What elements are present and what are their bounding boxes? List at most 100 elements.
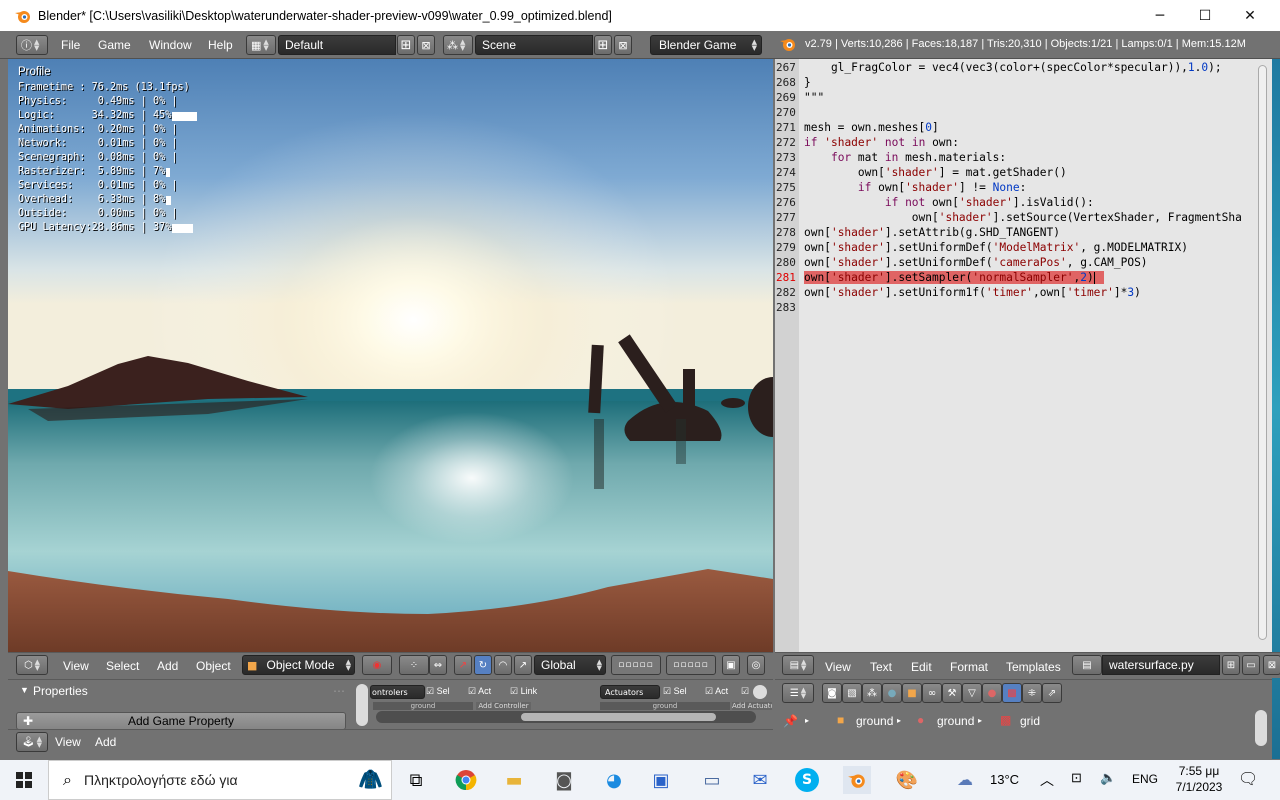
pivot-point-button[interactable]: ⁘ bbox=[399, 655, 429, 675]
logic-menu-view[interactable]: View bbox=[55, 735, 81, 749]
render-engine-dropdown[interactable]: Blender Game ▲ ▼ bbox=[650, 35, 762, 55]
code-line[interactable]: if 'shader' not in own: bbox=[804, 136, 959, 149]
add-scene-button[interactable]: ⊞ bbox=[594, 35, 612, 55]
3d-viewport[interactable]: Profile Frametime : 76.2ms (13.1fps) Phys… bbox=[8, 59, 773, 652]
data-tab[interactable]: ▽ bbox=[962, 683, 982, 703]
screen-layout-icon-button[interactable]: ▦ ▲ ▼ bbox=[246, 35, 276, 55]
controllers-dropdown[interactable]: ontrolers bbox=[370, 685, 425, 699]
delete-screen-button[interactable]: ⊠ bbox=[417, 35, 435, 55]
open-text-button[interactable]: ▭ bbox=[1242, 655, 1260, 675]
breadcrumb-texture[interactable]: grid bbox=[1020, 714, 1040, 728]
world-tab[interactable]: ● bbox=[882, 683, 902, 703]
remote-desktop-button[interactable]: ▭ bbox=[698, 766, 726, 794]
new-text-button[interactable]: ⊞ bbox=[1222, 655, 1240, 675]
texture-tab[interactable]: ▩ bbox=[1002, 683, 1022, 703]
text-menu-view[interactable]: View bbox=[825, 660, 851, 674]
breadcrumb-mesh[interactable]: ground bbox=[937, 714, 974, 728]
menu-game[interactable]: Game bbox=[98, 38, 131, 52]
manipulator-toggle[interactable]: ⇔ bbox=[429, 655, 447, 675]
code-line[interactable]: own['shader'].setAttrib(g.SHD_TANGENT) bbox=[804, 226, 1060, 239]
viewport-shading-button[interactable]: ◉ bbox=[362, 655, 392, 675]
scale-manipulator[interactable]: ◠ bbox=[494, 655, 512, 675]
editor-type-text-button[interactable]: ▤ ▲ ▼ bbox=[782, 655, 814, 675]
show-hidden-icons-chevron-icon[interactable]: ︿ bbox=[1040, 770, 1054, 790]
act-checkbox-2[interactable]: ☑ Act bbox=[705, 686, 728, 697]
logic-scroll-knob[interactable] bbox=[753, 685, 767, 699]
weather-temperature[interactable]: 13°C bbox=[990, 772, 1019, 787]
editor-type-logic-button[interactable]: 🕹 ▲ ▼ bbox=[16, 732, 48, 752]
code-line[interactable]: if not own['shader'].isValid(): bbox=[804, 196, 1094, 209]
layer-buttons-1[interactable]: ▫▫▫▫▫ bbox=[611, 655, 661, 675]
menu-help[interactable]: Help bbox=[208, 38, 233, 52]
text-menu-edit[interactable]: Edit bbox=[911, 660, 932, 674]
close-button[interactable]: ✕ bbox=[1227, 0, 1273, 31]
code-line[interactable]: } bbox=[804, 76, 811, 89]
weather-cloud-icon[interactable]: ☁ bbox=[957, 770, 973, 790]
input-language[interactable]: ENG bbox=[1132, 772, 1158, 786]
translate-manipulator[interactable]: ↗ bbox=[454, 655, 472, 675]
minimize-button[interactable]: ─ bbox=[1137, 0, 1183, 31]
collapse-triangle-icon[interactable]: ▼ bbox=[20, 685, 29, 695]
code-line[interactable]: own['shader'] = mat.getShader() bbox=[804, 166, 1067, 179]
physics-tab[interactable]: ⇗ bbox=[1042, 683, 1062, 703]
breadcrumb-object[interactable]: ground bbox=[856, 714, 893, 728]
unlink-text-button[interactable]: ⊠ bbox=[1263, 655, 1280, 675]
link-checkbox[interactable]: ☑ Link bbox=[510, 686, 537, 697]
scene-icon-button[interactable]: ⁂ ▲ ▼ bbox=[443, 35, 473, 55]
taskbar-search-box[interactable]: ⌕ Πληκτρολογήστε εδώ για 🧥 bbox=[48, 760, 392, 800]
start-button[interactable] bbox=[10, 766, 38, 794]
editor-type-3d-button[interactable]: ⬡ ▲ ▼ bbox=[16, 655, 48, 675]
add-actuator-button[interactable]: Add Actuato bbox=[732, 702, 772, 710]
sel-checkbox-1[interactable]: ☑ Sel bbox=[426, 686, 450, 697]
code-line[interactable]: for mat in mesh.materials: bbox=[804, 151, 1006, 164]
properties-scrollbar[interactable] bbox=[356, 684, 368, 726]
editor-type-properties-button[interactable]: ☰ ▲ ▼ bbox=[782, 683, 814, 703]
code-line[interactable]: own['shader'].setSampler('normalSampler'… bbox=[804, 271, 1104, 284]
text-menu-format[interactable]: Format bbox=[950, 660, 988, 674]
clock[interactable]: 7:55 μμ 7/1/2023 bbox=[1168, 763, 1230, 795]
code-line[interactable]: own['shader'].setUniform1f('timer',own['… bbox=[804, 286, 1141, 299]
scene-field[interactable]: Scene bbox=[475, 35, 593, 55]
code-line[interactable]: mesh = own.meshes[0] bbox=[804, 121, 939, 134]
menu-window[interactable]: Window bbox=[149, 38, 192, 52]
particles-tab[interactable]: ⁜ bbox=[1022, 683, 1042, 703]
paint-button[interactable]: 🎨 bbox=[893, 766, 921, 794]
rotate-manipulator[interactable]: ↻ bbox=[474, 655, 492, 675]
add-controller-button[interactable]: Add Controller bbox=[476, 702, 531, 710]
act-checkbox-1[interactable]: ☑ Act bbox=[468, 686, 491, 697]
code-line[interactable]: gl_FragColor = vec4(vec3(color+(specColo… bbox=[804, 61, 1222, 74]
text-datablock-button[interactable]: ▤ bbox=[1072, 655, 1102, 675]
scrollbar-thumb[interactable] bbox=[1258, 65, 1267, 640]
pin-icon[interactable]: 📌 bbox=[783, 714, 798, 728]
add-game-property-button[interactable]: ✚ Add Game Property bbox=[16, 712, 346, 730]
transform-orientation-icon-button[interactable]: ↗ bbox=[514, 655, 532, 675]
layer-buttons-2[interactable]: ▫▫▫▫▫ bbox=[666, 655, 716, 675]
camera-app-button[interactable]: ◙ bbox=[550, 766, 578, 794]
notifications-icon[interactable]: 🗨 bbox=[1238, 769, 1258, 789]
maximize-button[interactable]: ☐ bbox=[1182, 0, 1228, 31]
view3d-menu-object[interactable]: Object bbox=[196, 659, 231, 673]
delete-scene-button[interactable]: ⊠ bbox=[614, 35, 632, 55]
mail-button[interactable]: ✉ bbox=[746, 766, 774, 794]
code-line[interactable]: own['shader'].setSource(VertexShader, Fr… bbox=[804, 211, 1242, 224]
actuators-dropdown[interactable]: Actuators bbox=[600, 685, 660, 699]
view3d-menu-view[interactable]: View bbox=[63, 659, 89, 673]
task-view-button[interactable]: ⧉ bbox=[402, 766, 430, 794]
render-preview-button[interactable]: ◎ bbox=[747, 655, 765, 675]
sel-checkbox-2[interactable]: ☑ Sel bbox=[663, 686, 687, 697]
lock-layers-button[interactable]: ▣ bbox=[722, 655, 740, 675]
constraints-tab[interactable]: ∞ bbox=[922, 683, 942, 703]
text-editor[interactable]: 267 268 269 270 271 272 273 274 275 276 277 278 279 2… bbox=[775, 59, 1272, 652]
view3d-menu-add[interactable]: Add bbox=[157, 659, 178, 673]
drag-handle-icon[interactable]: ⋯ bbox=[333, 684, 345, 698]
code-line[interactable]: own['shader'].setUniformDef('cameraPos',… bbox=[804, 256, 1148, 269]
blender-taskbar-button[interactable] bbox=[843, 766, 871, 794]
location-icon[interactable]: ⊡ bbox=[1071, 770, 1082, 786]
chrome-taskbar-button[interactable] bbox=[452, 766, 480, 794]
screen-layout-field[interactable]: Default bbox=[278, 35, 396, 55]
scene-tab[interactable]: ⁂ bbox=[862, 683, 882, 703]
code-line[interactable]: own['shader'].setUniformDef('ModelMatrix… bbox=[804, 241, 1188, 254]
logic-horizontal-scrollbar[interactable] bbox=[376, 711, 756, 723]
edge-button[interactable]: ◕ bbox=[600, 766, 628, 794]
logic-scrollbar-thumb[interactable] bbox=[521, 713, 716, 721]
